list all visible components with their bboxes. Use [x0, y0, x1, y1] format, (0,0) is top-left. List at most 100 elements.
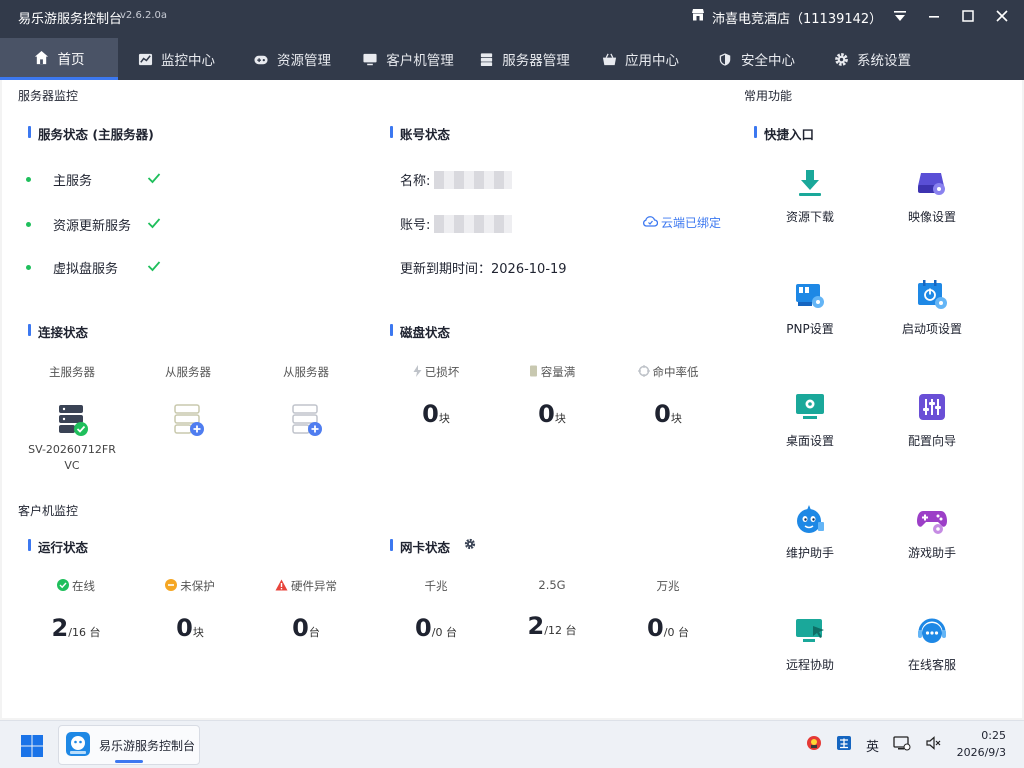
- shopping-basket-icon: [601, 51, 617, 67]
- nic-settings-gear-icon[interactable]: [464, 538, 476, 553]
- nic-status-title: 网卡状态: [390, 537, 450, 556]
- title-bar: 易乐游服务控制台 v2.6.2.0a 沛喜电竞酒店（11139142）: [0, 0, 1024, 32]
- system-clock[interactable]: 0:25 2026/9/3: [957, 727, 1006, 761]
- quick-entry-title: 快捷入口: [754, 124, 814, 143]
- tab-resources[interactable]: 资源管理: [234, 38, 350, 80]
- disk-damaged-stat[interactable]: 已损坏 0块: [386, 364, 486, 428]
- dashboard: 服务器监控 服务状态 (主服务器) 主服务 资源更新服务 虚拟盘服务 账号状态 …: [2, 80, 1022, 718]
- maximize-icon[interactable]: [958, 6, 978, 26]
- unprotected-count: 0: [176, 614, 193, 642]
- service-item: 资源更新服务: [26, 215, 161, 234]
- remote-assist-button[interactable]: 远程协助: [760, 614, 860, 673]
- game-assistant-button[interactable]: 游戏助手: [882, 502, 982, 561]
- maintenance-assistant-button[interactable]: 维护助手: [760, 502, 860, 561]
- disk-damaged-count: 0: [422, 400, 439, 428]
- shield-icon: [717, 51, 733, 67]
- server-monitor-title: 服务器监控: [18, 89, 79, 103]
- server-icon: [478, 51, 494, 67]
- venue-selector[interactable]: 沛喜电竞酒店（11139142）: [690, 7, 882, 27]
- disk-low-hit-stat[interactable]: 命中率低 0块: [618, 364, 718, 428]
- speaker-muted-icon[interactable]: [925, 735, 941, 755]
- ime-language-indicator[interactable]: 英: [866, 736, 879, 755]
- tab-apps[interactable]: 应用中心: [582, 38, 698, 80]
- store-icon: [690, 7, 706, 27]
- pnp-settings-button[interactable]: PNP设置: [760, 278, 860, 337]
- hardware-error-stat[interactable]: 硬件异常 0台: [256, 578, 356, 642]
- status-dot: [26, 265, 31, 270]
- tab-monitor[interactable]: 监控中心: [118, 38, 234, 80]
- disk-full-count: 0: [538, 400, 555, 428]
- tab-servers[interactable]: 服务器管理: [466, 38, 582, 80]
- slave-server-card[interactable]: 从服务器: [138, 364, 238, 436]
- account-name-row: 名称:: [400, 170, 513, 189]
- online-support-button[interactable]: 在线客服: [882, 614, 982, 673]
- main-server-name: SV-20260712FRVC: [28, 443, 116, 472]
- nic-2-5g-count: 2: [527, 612, 545, 640]
- status-dot: [26, 177, 31, 182]
- tab-clients[interactable]: 客户机管理: [350, 38, 466, 80]
- tab-settings[interactable]: 系统设置: [814, 38, 930, 80]
- nic-gigabit-stat[interactable]: 千兆 0/0 台: [386, 578, 486, 642]
- ime-tray-icon[interactable]: [836, 735, 852, 755]
- minimize-icon[interactable]: [924, 6, 944, 26]
- online-stat[interactable]: 在线 2/16 台: [26, 578, 126, 642]
- cloud-bound-link[interactable]: 云端已绑定: [642, 214, 721, 231]
- system-tray: 英: [806, 735, 941, 755]
- server-add-icon: [289, 402, 323, 436]
- taskbar: 易乐游服务控制台 英 0:25 2026/9/3: [0, 720, 1024, 768]
- network-card-gear-icon: [793, 278, 827, 312]
- slave-server-card[interactable]: 从服务器: [256, 364, 356, 436]
- image-settings-button[interactable]: 映像设置: [882, 166, 982, 225]
- headset-chat-icon: [915, 614, 949, 648]
- redacted-name: [434, 170, 513, 189]
- status-dot: [26, 222, 31, 227]
- shield-tray-icon[interactable]: [806, 735, 822, 755]
- tab-security[interactable]: 安全中心: [698, 38, 814, 80]
- check-circle-icon: [57, 578, 69, 594]
- service-status-title: 服务状态 (主服务器): [28, 124, 154, 143]
- mascot-icon: [793, 502, 827, 536]
- config-wizard-button[interactable]: 配置向导: [882, 390, 982, 449]
- close-icon[interactable]: [992, 6, 1012, 26]
- remote-desktop-icon: [793, 614, 827, 648]
- top-bar: 易乐游服务控制台 v2.6.2.0a 沛喜电竞酒店（11139142） 首页 监…: [0, 0, 1024, 80]
- run-status-title: 运行状态: [28, 537, 88, 556]
- nic-10g-stat[interactable]: 万兆 0/0 台: [618, 578, 718, 642]
- disk-low-hit-count: 0: [654, 400, 671, 428]
- clock-time: 0:25: [981, 729, 1006, 742]
- sliders-icon: [915, 390, 949, 424]
- connection-status-title: 连接状态: [28, 322, 88, 341]
- common-functions-title: 常用功能: [744, 89, 793, 103]
- disk-image-gear-icon: [915, 166, 949, 200]
- resource-download-button[interactable]: 资源下载: [760, 166, 860, 225]
- check-icon: [147, 217, 161, 233]
- desktop-settings-button[interactable]: 桌面设置: [760, 390, 860, 449]
- unprotected-stat[interactable]: 未保护 0块: [140, 578, 240, 642]
- lightning-icon: [413, 364, 422, 380]
- disk-status-title: 磁盘状态: [390, 322, 450, 341]
- main-nav: 首页 监控中心 资源管理 客户机管理 服务器管理 应用中心 安全中心 系统设置: [0, 38, 1024, 80]
- nic-2-5g-stat[interactable]: 2.5G 2/12 台: [502, 578, 602, 640]
- cloud-icon: [642, 215, 659, 230]
- disk-full-stat[interactable]: 容量满 0块: [502, 364, 602, 428]
- check-icon: [147, 172, 161, 188]
- dropdown-menu-icon[interactable]: [890, 6, 910, 26]
- online-count: 2: [51, 614, 69, 642]
- main-server-card[interactable]: 主服务器 SV-20260712FRVC: [22, 364, 122, 474]
- service-item: 虚拟盘服务: [26, 258, 161, 277]
- windows-start-icon[interactable]: [20, 734, 44, 758]
- network-tray-icon[interactable]: [893, 735, 911, 755]
- server-online-icon: [55, 402, 89, 436]
- hardware-error-count: 0: [292, 614, 309, 642]
- minus-circle-icon: [165, 578, 178, 594]
- client-monitor-title: 客户机监控: [18, 504, 79, 518]
- startup-settings-button[interactable]: 启动项设置: [882, 278, 982, 337]
- venue-name: 沛喜电竞酒店（11139142）: [712, 11, 883, 27]
- nic-10g-count: 0: [647, 614, 664, 642]
- desktop-gear-icon: [793, 390, 827, 424]
- expiry-row: 更新到期时间：2026-10-19: [400, 262, 567, 277]
- taskbar-app-button[interactable]: 易乐游服务控制台: [58, 725, 200, 765]
- account-id-row: 账号:: [400, 214, 513, 233]
- tab-home[interactable]: 首页: [0, 38, 118, 80]
- account-status-title: 账号状态: [390, 124, 450, 143]
